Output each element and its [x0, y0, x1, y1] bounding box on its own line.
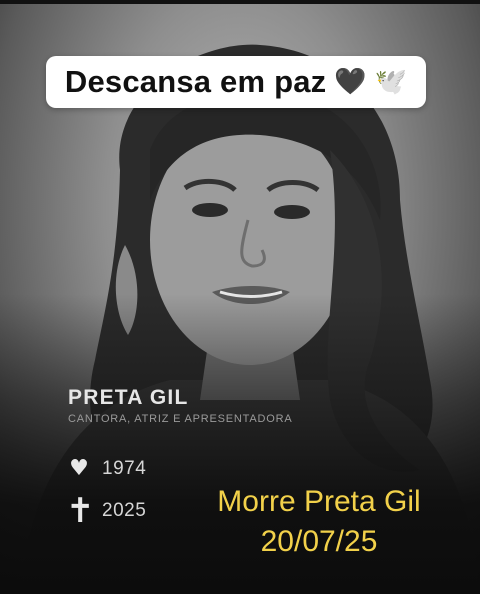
birth-row: ♥ 1974 [66, 456, 146, 481]
birth-year: 1974 [102, 457, 147, 479]
heart-icon: ♥ [69, 456, 89, 481]
caption-pill: Descansa em paz 🖤 🕊️ [46, 56, 426, 108]
cross-icon: ✝ [66, 491, 95, 531]
black-heart-icon: 🖤 [334, 67, 367, 97]
dove-icon: 🕊️ [374, 67, 408, 97]
memorial-post: Descansa em paz 🖤 🕊️ PRETA GIL CANTORA, … [0, 0, 480, 594]
headline-title: Morre Preta Gil [217, 485, 421, 518]
headline-date: 20/07/25 [260, 525, 378, 558]
headline: Morre Preta Gil 20/07/25 [196, 482, 442, 562]
death-year: 2025 [102, 500, 147, 521]
death-row: ✝ 2025 [66, 494, 146, 528]
person-name: PRETA GIL [68, 386, 189, 409]
person-role: CANTORA, ATRIZ E APRESENTADORA [68, 413, 293, 425]
caption-text: Descansa em paz [64, 64, 327, 99]
